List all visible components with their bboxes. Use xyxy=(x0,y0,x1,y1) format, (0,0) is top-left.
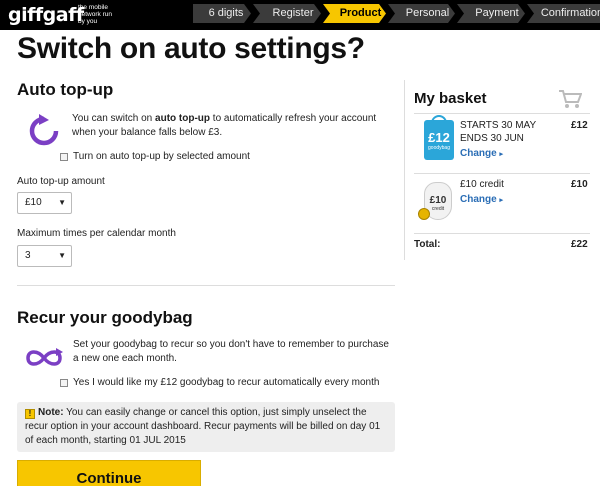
recur-description: Set your goodybag to recur so you don't … xyxy=(73,339,389,364)
auto-topup-heading: Auto top-up xyxy=(17,80,114,99)
total-label: Total: xyxy=(414,239,441,250)
infinity-icon xyxy=(26,348,63,366)
recur-checkbox[interactable] xyxy=(60,379,68,387)
credit-moneybag-icon: £10 credit xyxy=(418,180,458,224)
goodybag-end: ENDS 30 JUN xyxy=(460,133,524,144)
logo-tagline: the mobile network run by you xyxy=(78,4,112,25)
progress-steps: 6 digits Register Product Personal Payme… xyxy=(193,4,600,23)
goodybag-price: £12 xyxy=(571,120,588,131)
basket-line xyxy=(414,173,590,174)
chevron-down-icon: ▼ xyxy=(58,198,66,207)
step-product[interactable]: Product xyxy=(323,4,386,23)
caret-right-icon: ▸ xyxy=(499,151,503,158)
giffgaff-logo[interactable]: giffgaff xyxy=(8,4,84,26)
topup-amount-select[interactable]: £10 ▼ xyxy=(17,192,72,214)
recur-checkbox-label[interactable]: Yes I would like my £12 goodybag to recu… xyxy=(73,376,379,390)
auto-topup-description: You can switch on auto top-up to automat… xyxy=(72,113,377,138)
refresh-icon xyxy=(29,114,59,146)
total-value: £22 xyxy=(571,239,588,250)
basket-line xyxy=(414,233,590,234)
warning-icon: ! xyxy=(25,409,35,419)
step-register[interactable]: Register xyxy=(253,4,321,23)
step-confirmation[interactable]: Confirmation xyxy=(527,4,600,23)
chevron-down-icon: ▼ xyxy=(58,251,66,260)
page-title: Switch on auto settings? xyxy=(17,32,365,65)
change-credit-link[interactable]: Change ▸ xyxy=(460,194,503,205)
basket-divider xyxy=(404,80,405,260)
auto-topup-checkbox-label[interactable]: Turn on auto top-up by selected amount xyxy=(73,150,250,164)
step-personal[interactable]: Personal xyxy=(388,4,455,23)
basket-title: My basket xyxy=(414,90,487,107)
credit-label: £10 credit xyxy=(460,179,504,190)
goodybag-start: STARTS 30 MAY xyxy=(460,120,537,131)
auto-topup-checkbox[interactable] xyxy=(60,153,68,161)
note-box: ! Note: You can easily change or cancel t… xyxy=(17,402,395,452)
continue-button[interactable]: Continue xyxy=(17,460,201,486)
step-6-digits[interactable]: 6 digits xyxy=(193,4,251,23)
topup-amount-label: Auto top-up amount xyxy=(17,176,105,187)
step-payment[interactable]: Payment xyxy=(457,4,525,23)
credit-price: £10 xyxy=(571,179,588,190)
recur-heading: Recur your goodybag xyxy=(17,308,193,327)
caret-right-icon: ▸ xyxy=(499,197,503,204)
cart-icon xyxy=(559,90,582,108)
section-divider xyxy=(17,285,395,286)
max-times-select[interactable]: 3 ▼ xyxy=(17,245,72,267)
change-goodybag-link[interactable]: Change ▸ xyxy=(460,148,503,159)
goodybag-icon: £12 goodybag xyxy=(424,115,454,160)
max-times-label: Maximum times per calendar month xyxy=(17,228,176,239)
top-bar: giffgaff the mobile network run by you 6… xyxy=(0,0,600,30)
basket-line xyxy=(414,113,590,114)
